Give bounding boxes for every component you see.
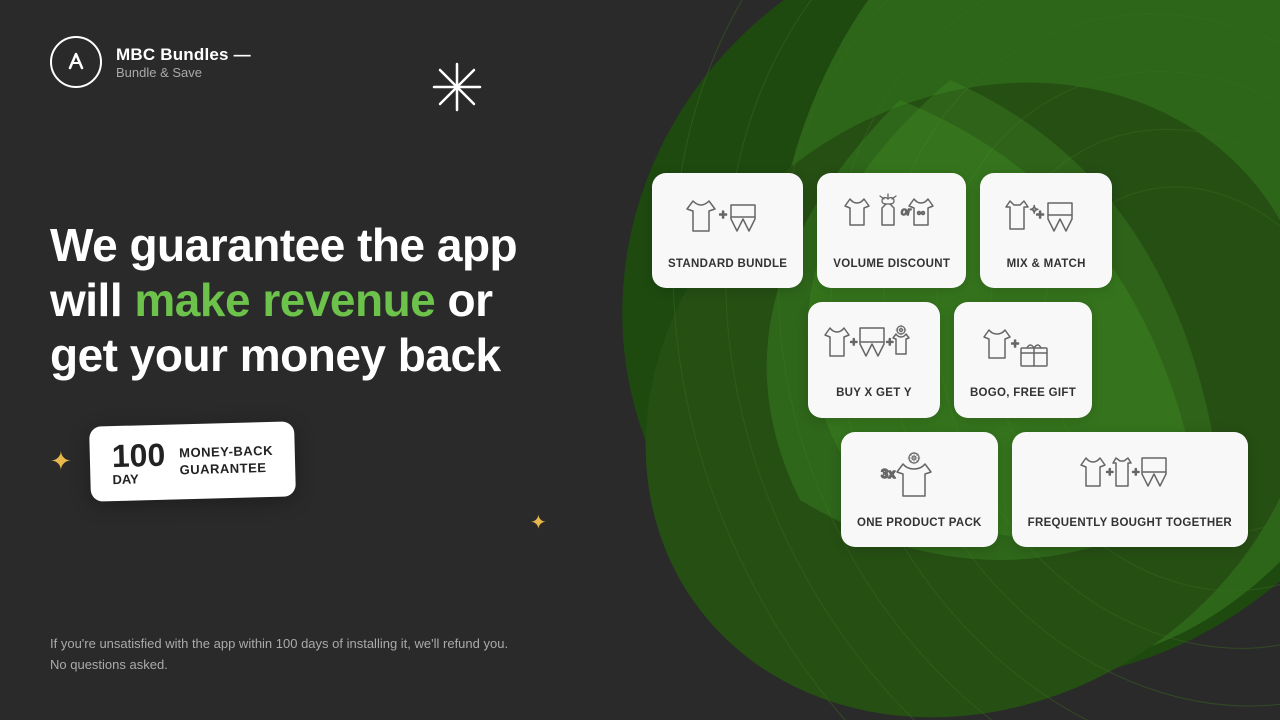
- disclaimer-text: If you're unsatisfied with the app withi…: [50, 634, 510, 676]
- svg-text:+: +: [1132, 464, 1140, 479]
- card-mix-match: ✦ + MIX & MATCH: [980, 173, 1112, 289]
- card-label-volume-discount: VOLUME DISCOUNT: [833, 257, 950, 273]
- card-one-product-pack: 3x ONE PRODUCT PACK: [841, 432, 998, 548]
- card-icon-bogo-free-gift: +: [983, 318, 1063, 374]
- star-icon-right: ✦: [530, 510, 547, 535]
- left-section: MBC Bundles — Bundle & Save We guarantee…: [0, 0, 640, 720]
- headline-green: make revenue: [134, 274, 435, 326]
- cards-row-3: 3x ONE PRODUCT PACK: [841, 432, 1248, 548]
- svg-text:+: +: [1011, 335, 1019, 351]
- svg-text:3x: 3x: [881, 466, 896, 481]
- card-bogo-free-gift: + BOGO, FREE GIFT: [954, 302, 1092, 418]
- card-icon-frequently-bought-together: + +: [1080, 448, 1180, 504]
- cards-row-1: + STANDARD BUNDLE: [652, 173, 1248, 289]
- svg-text:+: +: [886, 334, 894, 349]
- card-icon-one-product-pack: 3x: [879, 448, 959, 504]
- headline-line2-rest: or: [435, 274, 492, 326]
- guarantee-badge: 100 DAY MONEY-BACK GUARANTEE: [89, 421, 296, 501]
- card-label-mix-match: MIX & MATCH: [1007, 257, 1086, 273]
- badge-number: 100: [111, 438, 165, 471]
- svg-text:+: +: [719, 206, 727, 222]
- card-frequently-bought-together: + + FREQUENTLY BOUGHT TOGETHER: [1012, 432, 1248, 548]
- card-label-one-product-pack: ONE PRODUCT PACK: [857, 516, 982, 532]
- svg-text:+: +: [1036, 206, 1044, 222]
- right-section: + STANDARD BUNDLE: [630, 0, 1280, 720]
- cards-wrapper: + STANDARD BUNDLE: [652, 173, 1248, 548]
- card-icon-mix-match: ✦ +: [996, 189, 1096, 245]
- app-tagline: Bundle & Save: [116, 65, 251, 80]
- asterisk-icon: [430, 60, 484, 119]
- card-icon-standard-bundle: +: [683, 189, 773, 245]
- card-buy-x-get-y: + + BUY X GET Y: [808, 302, 940, 418]
- headline-line2-plain: will: [50, 274, 134, 326]
- badge-days: 100 DAY: [111, 438, 166, 486]
- card-icon-buy-x-get-y: + +: [824, 318, 924, 374]
- card-icon-volume-discount: or: [842, 189, 942, 245]
- svg-text:or: or: [901, 206, 912, 218]
- card-volume-discount: or VOLUME DISCOUNT: [817, 173, 966, 289]
- badge-line1: MONEY-BACK: [179, 442, 273, 459]
- badge-text: MONEY-BACK GUARANTEE: [179, 442, 274, 478]
- headline-line3: get your money back: [50, 329, 501, 381]
- card-label-buy-x-get-y: BUY X GET Y: [836, 386, 912, 402]
- logo-text: MBC Bundles — Bundle & Save: [116, 45, 251, 80]
- headline-line1: We guarantee the app: [50, 219, 517, 271]
- card-label-bogo-free-gift: BOGO, FREE GIFT: [970, 386, 1076, 402]
- main-headline: We guarantee the app will make revenue o…: [50, 218, 590, 384]
- logo-circle: [50, 36, 102, 88]
- star-icon-left: ✦: [50, 448, 72, 474]
- guarantee-area: ✦ 100 DAY MONEY-BACK GUARANTEE: [50, 424, 590, 499]
- card-label-frequently-bought-together: FREQUENTLY BOUGHT TOGETHER: [1028, 516, 1232, 532]
- card-standard-bundle: + STANDARD BUNDLE: [652, 173, 803, 289]
- svg-text:+: +: [850, 334, 858, 349]
- app-name: MBC Bundles —: [116, 45, 251, 65]
- cards-row-2: + + BUY X GET Y: [652, 302, 1248, 418]
- headline-text: We guarantee the app will make revenue o…: [50, 218, 590, 384]
- svg-text:+: +: [1106, 464, 1114, 479]
- card-label-standard-bundle: STANDARD BUNDLE: [668, 257, 787, 273]
- badge-line2: GUARANTEE: [179, 459, 266, 476]
- logo-area: MBC Bundles — Bundle & Save: [50, 36, 590, 88]
